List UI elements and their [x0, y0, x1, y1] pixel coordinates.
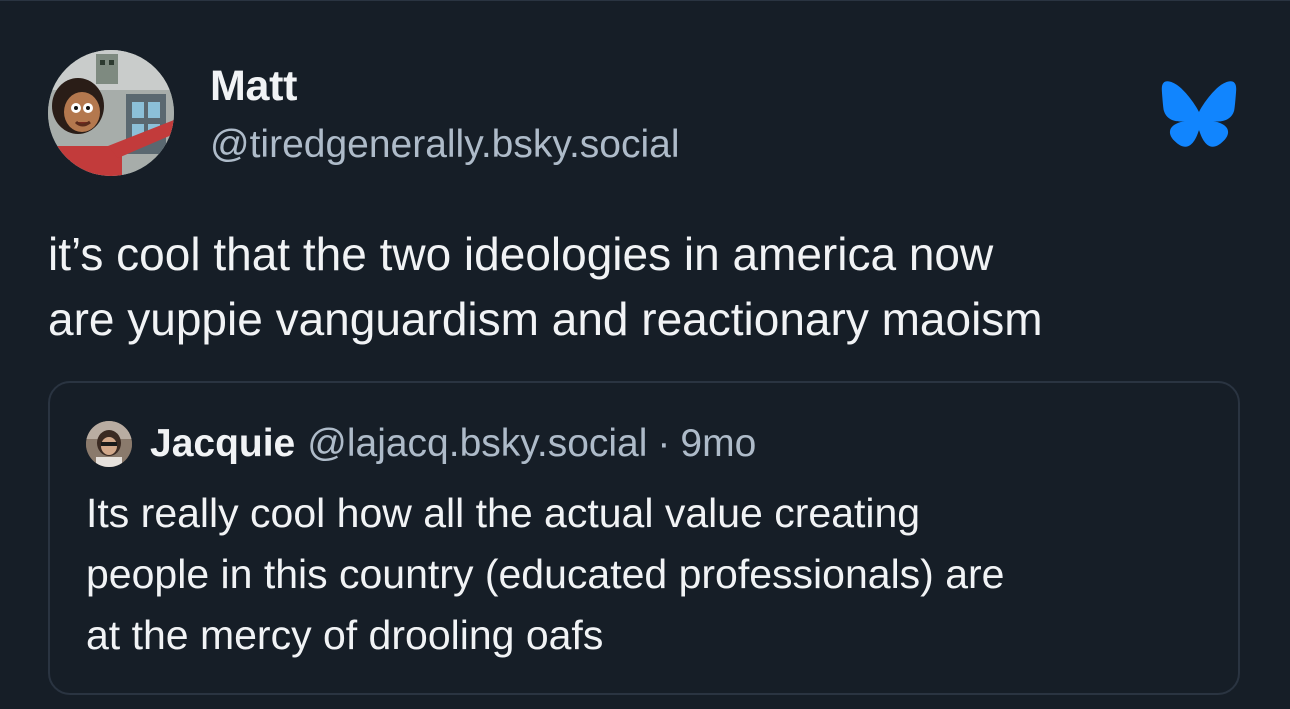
quoted-post-text: Its really cool how all the actual value…: [86, 490, 1005, 658]
quoted-author-avatar[interactable]: [86, 421, 132, 467]
quoted-author-handle[interactable]: @lajacq.bsky.social: [307, 422, 647, 466]
quoted-post-timestamp[interactable]: 9mo: [680, 422, 756, 466]
quoted-post[interactable]: Jacquie @lajacq.bsky.social · 9mo Its re…: [48, 381, 1240, 695]
post-text: it’s cool that the two ideologies in ame…: [48, 228, 1043, 345]
author-handle[interactable]: @tiredgenerally.bsky.social: [210, 120, 680, 170]
quoted-author-display-name[interactable]: Jacquie: [150, 422, 295, 466]
bluesky-butterfly-icon: [1160, 80, 1238, 148]
author-display-name[interactable]: Matt: [210, 58, 680, 114]
post-card[interactable]: Matt @tiredgenerally.bsky.social it’s co…: [0, 0, 1290, 709]
separator-dot: ·: [657, 422, 671, 465]
author-info[interactable]: Matt @tiredgenerally.bsky.social: [210, 58, 680, 170]
author-avatar[interactable]: [48, 50, 174, 176]
quoted-post-header: Jacquie @lajacq.bsky.social · 9mo: [86, 421, 756, 467]
avatar-photo-icon: [86, 421, 132, 467]
avatar-cartoon-icon: [48, 50, 174, 176]
